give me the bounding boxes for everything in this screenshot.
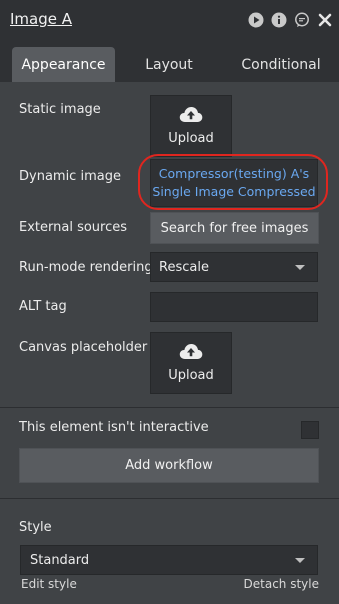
static-image-upload-label: Upload	[168, 131, 214, 146]
tab-bar: Appearance Layout Conditional	[0, 40, 339, 82]
tab-appearance[interactable]: Appearance	[12, 47, 115, 82]
not-interactive-label: This element isn't interactive	[19, 420, 209, 435]
play-icon[interactable]	[247, 11, 264, 28]
chevron-down-icon	[295, 558, 305, 563]
run-mode-rendering-value: Rescale	[159, 259, 209, 275]
detach-style-link[interactable]: Detach style	[244, 577, 319, 591]
close-icon[interactable]	[316, 11, 333, 28]
dynamic-image-label: Dynamic image	[19, 169, 121, 184]
info-icon[interactable]	[270, 11, 287, 28]
not-interactive-checkbox[interactable]	[301, 421, 319, 439]
alt-tag-input[interactable]	[150, 292, 318, 322]
section-divider	[0, 498, 339, 499]
style-value: Standard	[30, 552, 90, 568]
comment-icon[interactable]	[293, 11, 310, 28]
section-divider	[0, 407, 339, 408]
element-title[interactable]: Image A	[10, 10, 72, 28]
run-mode-rendering-dropdown[interactable]: Rescale	[150, 252, 318, 282]
style-dropdown[interactable]: Standard	[20, 545, 318, 575]
dynamic-image-expression[interactable]: Compressor(testing) A's Single Image Com…	[150, 159, 318, 207]
tab-layout[interactable]: Layout	[130, 47, 208, 82]
alt-tag-label: ALT tag	[19, 299, 67, 314]
search-free-images-button[interactable]: Search for free images	[150, 212, 319, 244]
run-mode-rendering-label: Run-mode rendering	[19, 260, 153, 275]
style-label: Style	[19, 520, 52, 535]
cloud-upload-icon	[179, 343, 203, 364]
add-workflow-button[interactable]: Add workflow	[19, 448, 319, 483]
external-sources-label: External sources	[19, 220, 128, 235]
chevron-down-icon	[295, 265, 305, 270]
panel-header: Image A	[0, 0, 339, 40]
canvas-placeholder-label: Canvas placeholder	[19, 340, 148, 355]
edit-style-link[interactable]: Edit style	[21, 577, 77, 591]
cloud-upload-icon	[179, 106, 203, 127]
static-image-upload-button[interactable]: Upload	[150, 95, 232, 157]
static-image-label: Static image	[19, 102, 101, 117]
header-icons	[247, 11, 333, 28]
canvas-placeholder-upload-button[interactable]: Upload	[150, 332, 232, 394]
tab-conditional[interactable]: Conditional	[228, 47, 334, 82]
canvas-placeholder-upload-label: Upload	[168, 368, 214, 383]
